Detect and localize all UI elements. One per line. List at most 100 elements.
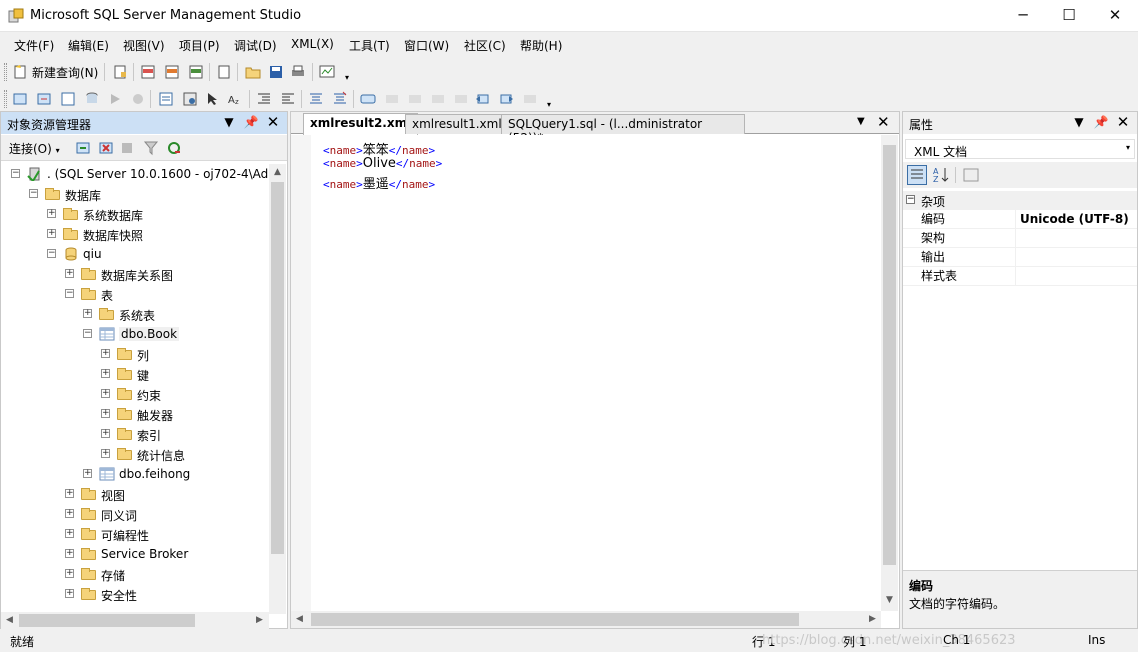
- prev-bookmark-doc-icon[interactable]: [475, 91, 491, 107]
- tree-node[interactable]: − dbo.Book: [1, 324, 269, 344]
- menu-community[interactable]: 社区(C): [464, 37, 506, 54]
- tree-node[interactable]: + 触发器: [1, 404, 269, 424]
- xmla-query-icon[interactable]: [188, 64, 204, 80]
- change-connection-icon[interactable]: [36, 91, 52, 107]
- decrease-indent-icon[interactable]: [256, 91, 272, 107]
- scroll-thumb[interactable]: [883, 145, 896, 565]
- menu-edit[interactable]: 编辑(E): [68, 37, 109, 54]
- expand-icon[interactable]: +: [65, 549, 74, 558]
- print-icon[interactable]: [290, 64, 306, 80]
- uncomment-lines-icon[interactable]: [332, 91, 348, 107]
- tab-xmlresult1[interactable]: xmlresult1.xml: [405, 114, 509, 134]
- prev-bookmark-folder-icon[interactable]: [429, 91, 445, 107]
- property-pages-icon[interactable]: [961, 165, 981, 185]
- expand-icon[interactable]: +: [65, 589, 74, 598]
- new-document-icon[interactable]: [216, 64, 232, 80]
- pin-icon[interactable]: 📌: [1093, 114, 1109, 130]
- collapse-icon[interactable]: −: [83, 329, 92, 338]
- tab-xmlresult2[interactable]: xmlresult2.xml: [303, 113, 419, 135]
- expand-icon[interactable]: +: [65, 489, 74, 498]
- close-panel-icon[interactable]: ✕: [265, 114, 281, 130]
- expand-icon[interactable]: +: [101, 369, 110, 378]
- scroll-up-icon[interactable]: ▲: [269, 164, 286, 181]
- tree-node[interactable]: + 系统表: [1, 304, 269, 324]
- close-document-icon[interactable]: ✕: [877, 113, 890, 131]
- menu-file[interactable]: 文件(F): [14, 37, 54, 54]
- tree-node[interactable]: − . (SQL Server 10.0.1600 - oj702-4\Adm: [1, 164, 269, 184]
- tree-node[interactable]: + 列: [1, 344, 269, 364]
- pointer-tool-icon[interactable]: [205, 91, 221, 107]
- expand-icon[interactable]: +: [101, 389, 110, 398]
- connect-object-explorer-icon[interactable]: [75, 140, 91, 156]
- close-button[interactable]: ✕: [1092, 0, 1138, 32]
- menu-xml[interactable]: XML(X): [291, 37, 334, 51]
- tree-node[interactable]: + 统计信息: [1, 444, 269, 464]
- collapse-icon[interactable]: −: [11, 169, 20, 178]
- maximize-button[interactable]: ☐: [1046, 0, 1092, 32]
- dmx-query-icon[interactable]: [164, 64, 180, 80]
- activity-monitor-icon[interactable]: [319, 64, 335, 80]
- scroll-thumb[interactable]: [271, 182, 284, 554]
- object-explorer-vscrollbar[interactable]: ▲: [269, 164, 286, 614]
- collapse-icon[interactable]: −: [906, 195, 915, 204]
- mdx-query-icon[interactable]: [140, 64, 156, 80]
- expand-icon[interactable]: +: [83, 309, 92, 318]
- execute-icon[interactable]: [107, 91, 123, 107]
- property-row[interactable]: 架构: [903, 229, 1137, 248]
- scroll-left-icon[interactable]: ◀: [1, 612, 18, 629]
- next-bookmark-folder-icon[interactable]: [452, 91, 468, 107]
- property-value[interactable]: [1016, 248, 1137, 267]
- tree-node[interactable]: + dbo.feihong: [1, 464, 269, 484]
- expand-icon[interactable]: +: [65, 269, 74, 278]
- collapse-icon[interactable]: −: [47, 249, 56, 258]
- menu-debug[interactable]: 调试(D): [234, 37, 277, 54]
- object-selector-dropdown[interactable]: XML 文档 ▾: [905, 139, 1135, 159]
- tree-node[interactable]: + 可编程性: [1, 524, 269, 544]
- tree-node[interactable]: + 数据库快照: [1, 224, 269, 244]
- tree-node[interactable]: + 键: [1, 364, 269, 384]
- tree-node[interactable]: − qiu: [1, 244, 269, 264]
- connect-dropdown-button[interactable]: 连接(O) ▾: [9, 140, 60, 157]
- tree-node[interactable]: + 数据库关系图: [1, 264, 269, 284]
- bookmark-icon[interactable]: [360, 91, 376, 107]
- menu-view[interactable]: 视图(V): [123, 37, 165, 54]
- property-value[interactable]: [1016, 267, 1137, 286]
- save-icon[interactable]: [268, 64, 284, 80]
- menu-window[interactable]: 窗口(W): [404, 37, 449, 54]
- expand-icon[interactable]: +: [101, 409, 110, 418]
- property-value[interactable]: Unicode (UTF-8): [1016, 210, 1137, 229]
- new-query-button[interactable]: 新建查询(N): [32, 64, 98, 81]
- property-row[interactable]: 样式表: [903, 267, 1137, 286]
- tree-node[interactable]: + 安全性: [1, 584, 269, 604]
- toolbar-grip[interactable]: [4, 63, 7, 81]
- window-position-dropdown-icon[interactable]: ▼: [221, 114, 237, 130]
- expand-icon[interactable]: +: [101, 349, 110, 358]
- window-position-dropdown-icon[interactable]: ▼: [1071, 114, 1087, 130]
- scroll-right-icon[interactable]: ▶: [864, 611, 881, 628]
- tree-node[interactable]: + 约束: [1, 384, 269, 404]
- expand-icon[interactable]: +: [65, 569, 74, 578]
- tree-node[interactable]: − 表: [1, 284, 269, 304]
- expand-icon[interactable]: +: [47, 209, 56, 218]
- new-file-icon[interactable]: [112, 64, 128, 80]
- toolbar-overflow-button[interactable]: ▾: [544, 99, 554, 111]
- categorized-icon[interactable]: [907, 165, 927, 185]
- stop-icon[interactable]: [121, 142, 133, 154]
- next-bookmark-icon[interactable]: [406, 91, 422, 107]
- property-value[interactable]: [1016, 229, 1137, 248]
- collapse-icon[interactable]: −: [65, 289, 74, 298]
- toolbar-grip[interactable]: [4, 90, 7, 108]
- tree-node[interactable]: + 同义词: [1, 504, 269, 524]
- next-bookmark-doc-icon[interactable]: [498, 91, 514, 107]
- comment-lines-icon[interactable]: [308, 91, 324, 107]
- tree-node[interactable]: − 数据库: [1, 184, 269, 204]
- expand-icon[interactable]: +: [101, 429, 110, 438]
- tree-node[interactable]: + 索引: [1, 424, 269, 444]
- collapse-icon[interactable]: −: [29, 189, 38, 198]
- scroll-thumb[interactable]: [311, 613, 799, 626]
- menu-help[interactable]: 帮助(H): [520, 37, 562, 54]
- minimize-button[interactable]: ─: [1000, 0, 1046, 32]
- xml-editor[interactable]: <name>笨笨</name> <name>Olive</name> <name>墨…: [291, 135, 881, 611]
- scroll-right-icon[interactable]: ▶: [251, 612, 268, 629]
- query-options-icon[interactable]: [60, 91, 76, 107]
